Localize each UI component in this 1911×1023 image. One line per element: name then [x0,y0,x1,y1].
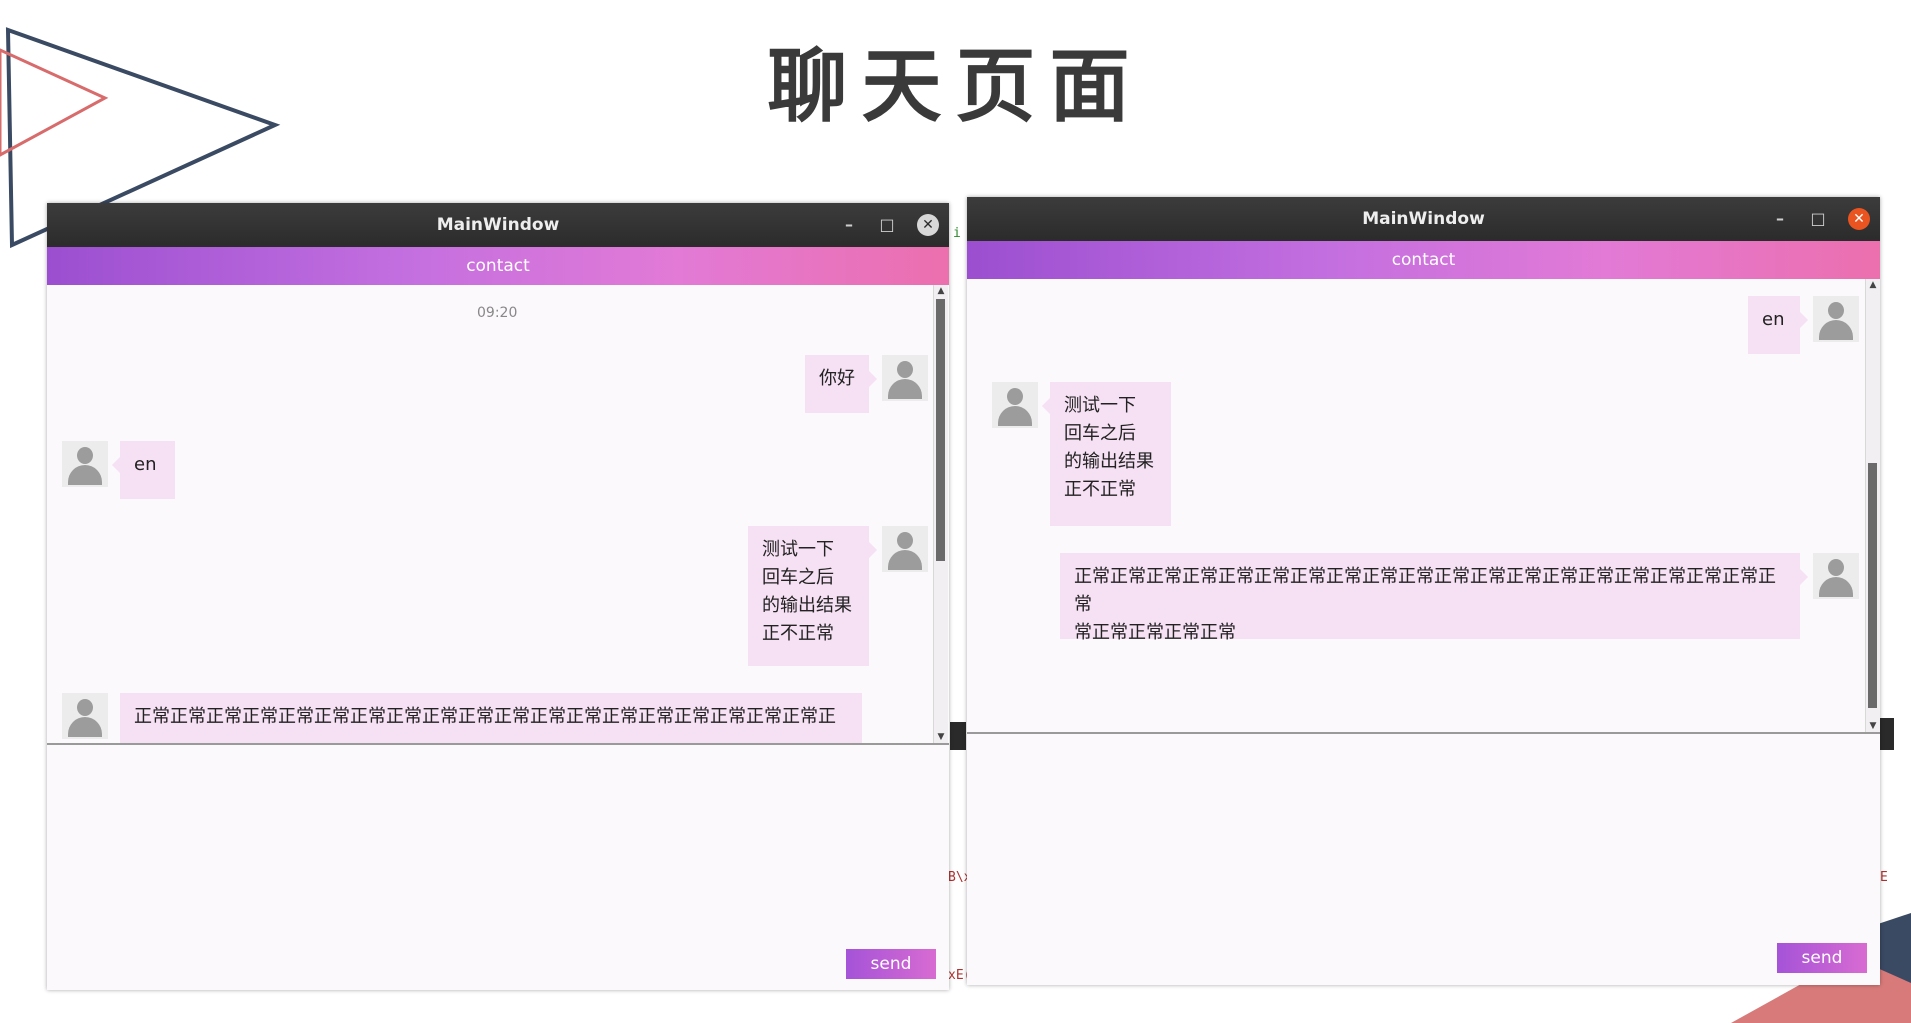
message-timestamp: 09:20 [477,305,518,321]
message-list[interactable]: en 测试一下 回车之后 的输出结果 正不正常 正常正常正常正常正常正常正常正常… [967,279,1880,732]
default-user-avatar-icon [1813,553,1859,599]
message-input[interactable] [967,734,1880,985]
message-bubble-received: en [112,441,175,499]
default-user-avatar-icon [62,693,108,739]
chat-window-right: MainWindow – □ ✕ contact en 测试一下 回车之后 的输… [967,197,1880,985]
message-list[interactable]: 09:20 你好 en 测试一下 回车之后 的输出结果 正不正常 正常正常正常正… [47,285,949,743]
message-scrollbar[interactable]: ▲ ▼ [933,285,948,743]
default-user-avatar-icon [1813,296,1859,342]
contact-header: contact [967,241,1880,279]
message-bubble-received: 正常正常正常正常正常正常正常正常正常正常正常正常正常正常正常正常正常正常正常正 [120,693,862,743]
message-input[interactable] [47,745,949,990]
scroll-down-icon[interactable]: ▼ [1866,720,1880,732]
minimize-icon[interactable]: – [1772,197,1788,241]
window-title: MainWindow [1362,209,1485,229]
default-user-avatar-icon [882,355,928,401]
maximize-icon[interactable]: □ [1810,197,1826,241]
message-scrollbar[interactable]: ▲ ▼ [1865,279,1880,732]
message-bubble-sent: en [1748,296,1808,354]
minimize-icon[interactable]: – [841,203,857,247]
scroll-down-icon[interactable]: ▼ [934,731,948,743]
default-user-avatar-icon [62,441,108,487]
send-button[interactable]: send [846,949,936,979]
close-icon[interactable]: ✕ [1848,208,1870,230]
default-user-avatar-icon [882,526,928,572]
slide-title: 聊天页面 [767,40,1144,133]
close-icon[interactable]: ✕ [917,214,939,236]
message-bubble-sent: 你好 [805,355,877,413]
window-title: MainWindow [436,215,560,235]
message-bubble-sent: 测试一下 回车之后 的输出结果 正不正常 [748,526,877,666]
window-titlebar[interactable]: MainWindow – □ ✕ [47,203,949,247]
message-bubble-received: 测试一下 回车之后 的输出结果 正不正常 [1042,382,1171,526]
background-terminal-fragment: i [953,226,961,241]
window-titlebar[interactable]: MainWindow – □ ✕ [967,197,1880,241]
scroll-up-icon[interactable]: ▲ [934,285,948,297]
background-window-strip [1880,718,1894,750]
contact-header: contact [47,247,949,285]
maximize-icon[interactable]: □ [879,203,895,247]
chat-window-left: MainWindow – □ ✕ contact 09:20 你好 en 测试一… [47,203,949,990]
scroll-thumb[interactable] [1868,463,1877,708]
default-user-avatar-icon [992,382,1038,428]
scroll-up-icon[interactable]: ▲ [1866,279,1880,291]
background-terminal-fragment: E [1880,870,1888,885]
message-bubble-sent: 正常正常正常正常正常正常正常正常正常正常正常正常正常正常正常正常正常正常正常正常… [1060,553,1808,643]
send-button[interactable]: send [1777,943,1867,973]
scroll-thumb[interactable] [936,299,945,561]
background-window-strip [950,722,966,750]
